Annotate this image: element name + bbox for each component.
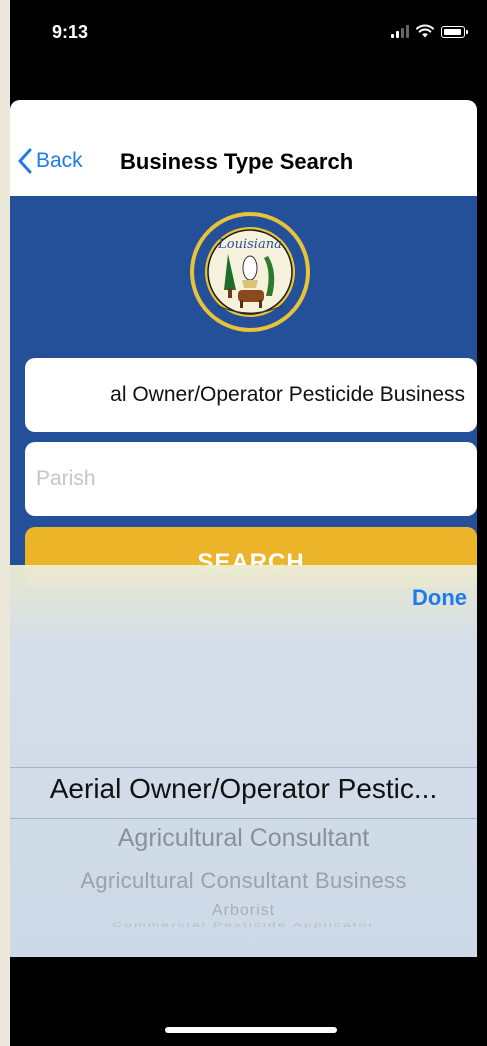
cellular-signal-icon xyxy=(391,24,409,38)
done-button[interactable]: Done xyxy=(412,585,467,611)
picker-option-selected[interactable]: Aerial Owner/Operator Pestic... xyxy=(10,773,477,805)
status-time: 9:13 xyxy=(52,22,89,42)
business-type-field[interactable]: al Owner/Operator Pesticide Business xyxy=(25,358,477,432)
seal-logo-script-text: Louisiana xyxy=(217,237,282,252)
louisiana-agriculture-seal-logo: Louisiana xyxy=(190,212,310,332)
navigation-bar: Back Business Type Search xyxy=(10,100,477,196)
home-indicator[interactable] xyxy=(165,1027,337,1033)
status-icons xyxy=(391,24,468,38)
status-bar: 9:13 xyxy=(10,0,487,70)
back-button[interactable]: Back xyxy=(18,148,83,174)
back-label: Back xyxy=(36,149,83,172)
business-type-picker: Done Aerial Owner/Operator Pestic... Agr… xyxy=(10,565,477,957)
chevron-left-icon xyxy=(18,148,32,174)
app-sheet: Back Business Type Search Louisiana al O… xyxy=(10,100,477,957)
picker-option[interactable]: Agricultural Consultant xyxy=(10,824,477,853)
picker-option[interactable]: Arborist xyxy=(10,902,477,920)
battery-icon xyxy=(441,26,468,38)
wifi-icon xyxy=(416,24,434,38)
picker-toolbar: Done xyxy=(10,565,477,631)
picker-wheel[interactable]: Aerial Owner/Operator Pestic... Agricult… xyxy=(10,631,477,941)
page-title: Business Type Search xyxy=(120,149,354,174)
picker-option[interactable]: Commercial Pesticide Applicator xyxy=(10,921,477,928)
picker-option[interactable]: Agricultural Consultant Business xyxy=(10,868,477,894)
parish-field[interactable]: Parish xyxy=(25,442,477,516)
phone-screen: 9:13 Back Business Type Search Louisiana… xyxy=(10,0,487,1046)
